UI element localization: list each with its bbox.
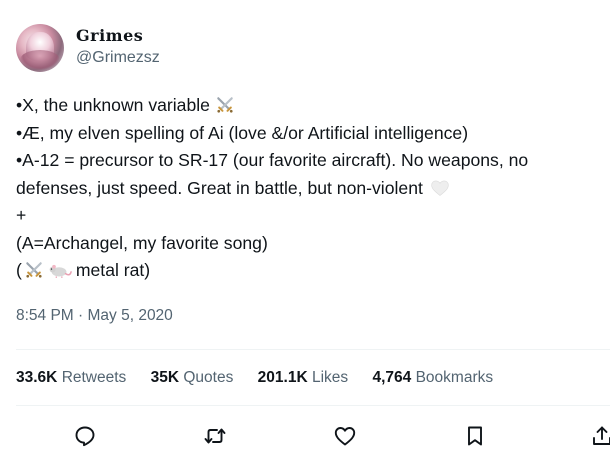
engagement-stats: 33.6K Retweets 35K Quotes 201.1K Likes 4… <box>16 369 513 387</box>
retweets-count: 33.6K <box>16 369 58 386</box>
retweet-icon[interactable] <box>203 424 227 448</box>
tweet-text: •X, the unknown variable •Æ, my elven sp… <box>16 92 610 285</box>
tweet-line-text: ( <box>16 260 22 280</box>
likes-count: 201.1K <box>257 369 308 386</box>
crossed-swords-icon <box>217 97 233 113</box>
tweet-line-text: defenses, just speed. Great in battle, b… <box>16 177 423 198</box>
tweet-line: defenses, just speed. Great in battle, b… <box>16 175 610 203</box>
quotes-count: 35K <box>150 369 180 386</box>
tweet-line: (A=Archangel, my favorite song) <box>16 232 268 253</box>
quotes-stat[interactable]: 35K Quotes <box>151 369 234 387</box>
bookmark-icon[interactable] <box>463 424 487 448</box>
tweet-line: ( metal rat) <box>16 257 610 285</box>
tweet-line-text: metal rat) <box>75 260 151 280</box>
like-icon[interactable] <box>333 424 357 448</box>
tweet-line: •Æ, my elven spelling of Ai (love &/or A… <box>16 122 469 143</box>
author-handle[interactable]: @Grimezsz <box>76 49 160 67</box>
retweets-stat[interactable]: 33.6K Retweets <box>16 369 126 387</box>
bookmarks-stat[interactable]: 4,764 Bookmarks <box>372 369 493 387</box>
bookmarks-label: Bookmarks <box>415 369 494 386</box>
author-display-name[interactable]: Grimes <box>76 26 143 45</box>
reply-icon[interactable] <box>73 424 97 448</box>
share-icon[interactable] <box>590 424 610 448</box>
divider <box>16 349 610 350</box>
white-heart-icon <box>431 180 449 196</box>
avatar[interactable] <box>16 24 64 72</box>
tweet-actions <box>0 418 610 454</box>
tweet-line-text: •X, the unknown variable <box>16 95 210 115</box>
quotes-label: Quotes <box>183 369 234 386</box>
rat-icon <box>49 264 72 278</box>
tweet-line: •A-12 = precursor to SR-17 (our favorite… <box>16 150 529 170</box>
likes-label: Likes <box>311 369 349 386</box>
tweet-line: •X, the unknown variable <box>16 92 610 120</box>
tweet-timestamp[interactable]: 8:54 PM · May 5, 2020 <box>16 307 173 325</box>
tweet-line: + <box>16 205 27 225</box>
retweets-label: Retweets <box>61 369 127 386</box>
divider <box>16 405 610 406</box>
likes-stat[interactable]: 201.1K Likes <box>258 369 348 387</box>
crossed-swords-icon <box>26 262 42 278</box>
bookmarks-count: 4,764 <box>372 369 412 386</box>
